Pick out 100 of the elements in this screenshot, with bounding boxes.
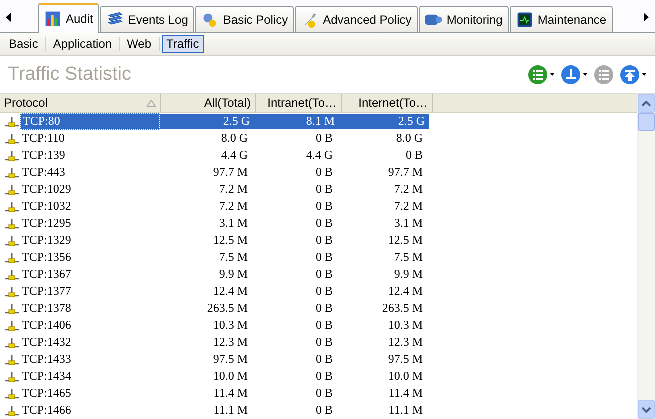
table-row[interactable]: TCP:139 4.4 G 4.4 G 0 B xyxy=(0,147,637,164)
subtab[interactable]: Basic xyxy=(4,35,44,53)
caret-icon xyxy=(642,73,647,76)
table-cell-text: TCP:1378 xyxy=(21,301,72,316)
table-row[interactable]: TCP:1367 9.9 M 0 B 9.9 M xyxy=(0,266,637,283)
network-icon xyxy=(561,64,581,84)
scroll-down-button[interactable] xyxy=(638,400,655,419)
column-header[interactable]: Intranet(To… xyxy=(256,94,342,112)
table-row[interactable]: TCP:1032 7.2 M 0 B 7.2 M xyxy=(0,198,637,215)
tab[interactable]: Audit xyxy=(38,3,100,33)
table-row[interactable]: TCP:1377 12.4 M 0 B 12.4 M xyxy=(0,283,637,300)
table-row[interactable]: TCP:1406 10.3 M 0 B 10.3 M xyxy=(0,317,637,334)
column-header[interactable]: All(Total) xyxy=(161,94,256,112)
table-cell-text: 7.5 M xyxy=(393,250,424,265)
table-row[interactable]: TCP:1432 12.3 M 0 B 12.3 M xyxy=(0,334,637,351)
table-cell-text: 0 B xyxy=(314,335,334,350)
network-icon xyxy=(4,286,20,298)
list-icon xyxy=(528,64,548,84)
table-row[interactable]: TCP:110 8.0 G 0 B 8.0 G xyxy=(0,130,637,147)
table-row[interactable]: TCP:80 2.5 G 8.1 M 2.5 G xyxy=(0,113,637,130)
table-cell-text: TCP:1295 xyxy=(21,216,72,231)
network-icon xyxy=(4,184,20,196)
network-icon xyxy=(4,370,20,382)
table-cell-text: 9.9 M xyxy=(393,267,424,282)
up-chevron-icon xyxy=(642,100,651,106)
monitor-icon xyxy=(516,10,534,28)
table-row[interactable]: TCP:1329 12.5 M 0 B 12.5 M xyxy=(0,232,637,249)
column-header[interactable]: Internet(To… xyxy=(342,94,433,112)
table-cell-text: 7.2 M xyxy=(393,182,424,197)
table-cell-text: TCP:1434 xyxy=(21,369,72,384)
table-row[interactable]: TCP:1465 11.4 M 0 B 11.4 M xyxy=(0,385,637,402)
table-cell-text: 97.5 M xyxy=(212,352,249,367)
tab[interactable]: Basic Policy xyxy=(195,6,294,32)
subtab[interactable]: Traffic xyxy=(162,35,204,53)
camera-icon xyxy=(424,14,443,26)
table-row[interactable]: TCP:1433 97.5 M 0 B 97.5 M xyxy=(0,351,637,368)
table-cell-text: 10.3 M xyxy=(387,318,424,333)
table-cell-text: 263.5 M xyxy=(381,301,424,316)
table-row[interactable]: TCP:443 97.7 M 0 B 97.7 M xyxy=(0,164,637,181)
table-cell-text: 12.5 M xyxy=(387,233,424,248)
table-row[interactable]: TCP:1356 7.5 M 0 B 7.5 M xyxy=(0,249,637,266)
subtab[interactable]: Application xyxy=(48,35,118,53)
table-row[interactable]: TCP:1029 7.2 M 0 B 7.2 M xyxy=(0,181,637,198)
network-icon xyxy=(4,234,20,246)
table-cell-text: 0 B xyxy=(314,352,334,367)
column-header[interactable]: Protocol xyxy=(0,94,161,112)
tab[interactable]: Maintenance xyxy=(510,6,613,32)
table-cell-text: TCP:1466 xyxy=(21,403,72,418)
table-cell-text: 8.0 G xyxy=(220,131,249,146)
table-cell-text: 263.5 M xyxy=(206,301,249,316)
table-cell-text: TCP:139 xyxy=(21,148,66,163)
subtab[interactable]: Web xyxy=(122,35,157,53)
table-cell-text: 8.0 G xyxy=(395,131,424,146)
network-icon xyxy=(4,132,20,144)
table-cell-text: TCP:1367 xyxy=(21,267,72,282)
table-cell-text: 12.5 M xyxy=(212,233,249,248)
table-row[interactable]: TCP:1378 263.5 M 0 B 263.5 M xyxy=(0,300,637,317)
toolbar-button[interactable] xyxy=(528,64,555,84)
left-arrow-icon xyxy=(6,12,12,22)
table-cell-text: TCP:443 xyxy=(21,165,66,180)
table-row[interactable]: TCP:1434 10.0 M 0 B 10.0 M xyxy=(0,368,637,385)
network-icon xyxy=(4,268,20,280)
caret-icon xyxy=(550,73,555,76)
network-icon xyxy=(4,388,20,400)
network-icon xyxy=(4,200,20,212)
table-cell-text: 7.5 M xyxy=(218,250,249,265)
table-cell-text: 10.0 M xyxy=(387,369,424,384)
table-row[interactable]: TCP:1295 3.1 M 0 B 3.1 M xyxy=(0,215,637,232)
table-cell-text: 0 B xyxy=(314,386,334,401)
table-cell-text: 0 B xyxy=(314,182,334,197)
scroll-up-button[interactable] xyxy=(638,94,655,113)
table-cell-text: 4.4 G xyxy=(220,148,249,163)
table-cell-text: TCP:1465 xyxy=(21,386,72,401)
table-cell-text: 12.4 M xyxy=(387,284,424,299)
table-cell-text: 0 B xyxy=(314,318,334,333)
table-cell-text: 0 B xyxy=(314,369,334,384)
table-cell: 2.5 G xyxy=(339,114,429,129)
table-cell-text: TCP:1406 xyxy=(21,318,72,333)
table-cell-text: TCP:1432 xyxy=(21,335,72,350)
toolbar-button[interactable] xyxy=(620,64,647,84)
tab[interactable]: Monitoring xyxy=(418,6,509,32)
table-cell-text: 0 B xyxy=(314,250,334,265)
table-row[interactable]: TCP:1466 11.1 M 0 B 11.1 M xyxy=(0,402,637,419)
network-icon xyxy=(4,404,20,416)
tab[interactable]: Advanced Policy xyxy=(295,6,418,32)
table-cell-text: 0 B xyxy=(314,284,334,299)
table-cell-text: 0 B xyxy=(314,267,334,282)
table-cell-text: 0 B xyxy=(314,301,334,316)
table-cell-text: TCP:1433 xyxy=(21,352,72,367)
scrollbar[interactable] xyxy=(637,94,655,419)
table-cell-text: 97.5 M xyxy=(387,352,424,367)
tab[interactable]: Events Log xyxy=(100,6,194,32)
table-cell-text: TCP:1029 xyxy=(21,182,72,197)
table-cell-text: 0 B xyxy=(314,165,334,180)
upload-icon xyxy=(620,64,640,84)
table-cell-text: 0 B xyxy=(314,199,334,214)
toolbar-button[interactable] xyxy=(561,64,588,84)
network-icon xyxy=(4,116,20,128)
table-cell-text: 3.1 M xyxy=(393,216,424,231)
scroll-thumb[interactable] xyxy=(638,113,655,131)
